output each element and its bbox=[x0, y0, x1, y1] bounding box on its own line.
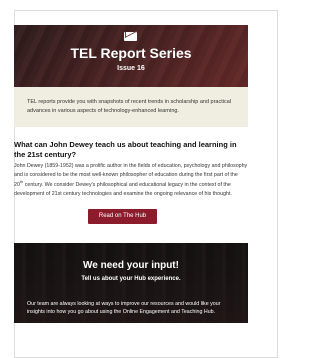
article-title: What can John Dewey teach us about teach… bbox=[14, 140, 237, 160]
feedback-heading: We need your input! bbox=[83, 260, 179, 271]
intro-text: TEL reports provide you with snapshots o… bbox=[27, 99, 232, 114]
header-banner: TEL Report Series Issue 16 bbox=[14, 25, 248, 87]
feedback-body: Our team are always looking at ways to i… bbox=[27, 301, 221, 316]
article-body-part2: century. We consider Dewey's philosophic… bbox=[14, 182, 232, 197]
feedback-banner: We need your input! Tell us about your H… bbox=[14, 243, 248, 323]
feedback-subheading: Tell us about your Hub experience. bbox=[81, 276, 181, 282]
issue-number: Issue 16 bbox=[117, 65, 145, 72]
newsletter-title: TEL Report Series bbox=[70, 45, 192, 61]
mail-icon bbox=[124, 32, 137, 41]
read-on-hub-button[interactable]: Read on The Hub bbox=[88, 209, 157, 224]
intro-panel: TEL reports provide you with snapshots o… bbox=[14, 87, 248, 127]
article-body: John Dewey (1859-1952) was a prolific au… bbox=[14, 162, 248, 199]
